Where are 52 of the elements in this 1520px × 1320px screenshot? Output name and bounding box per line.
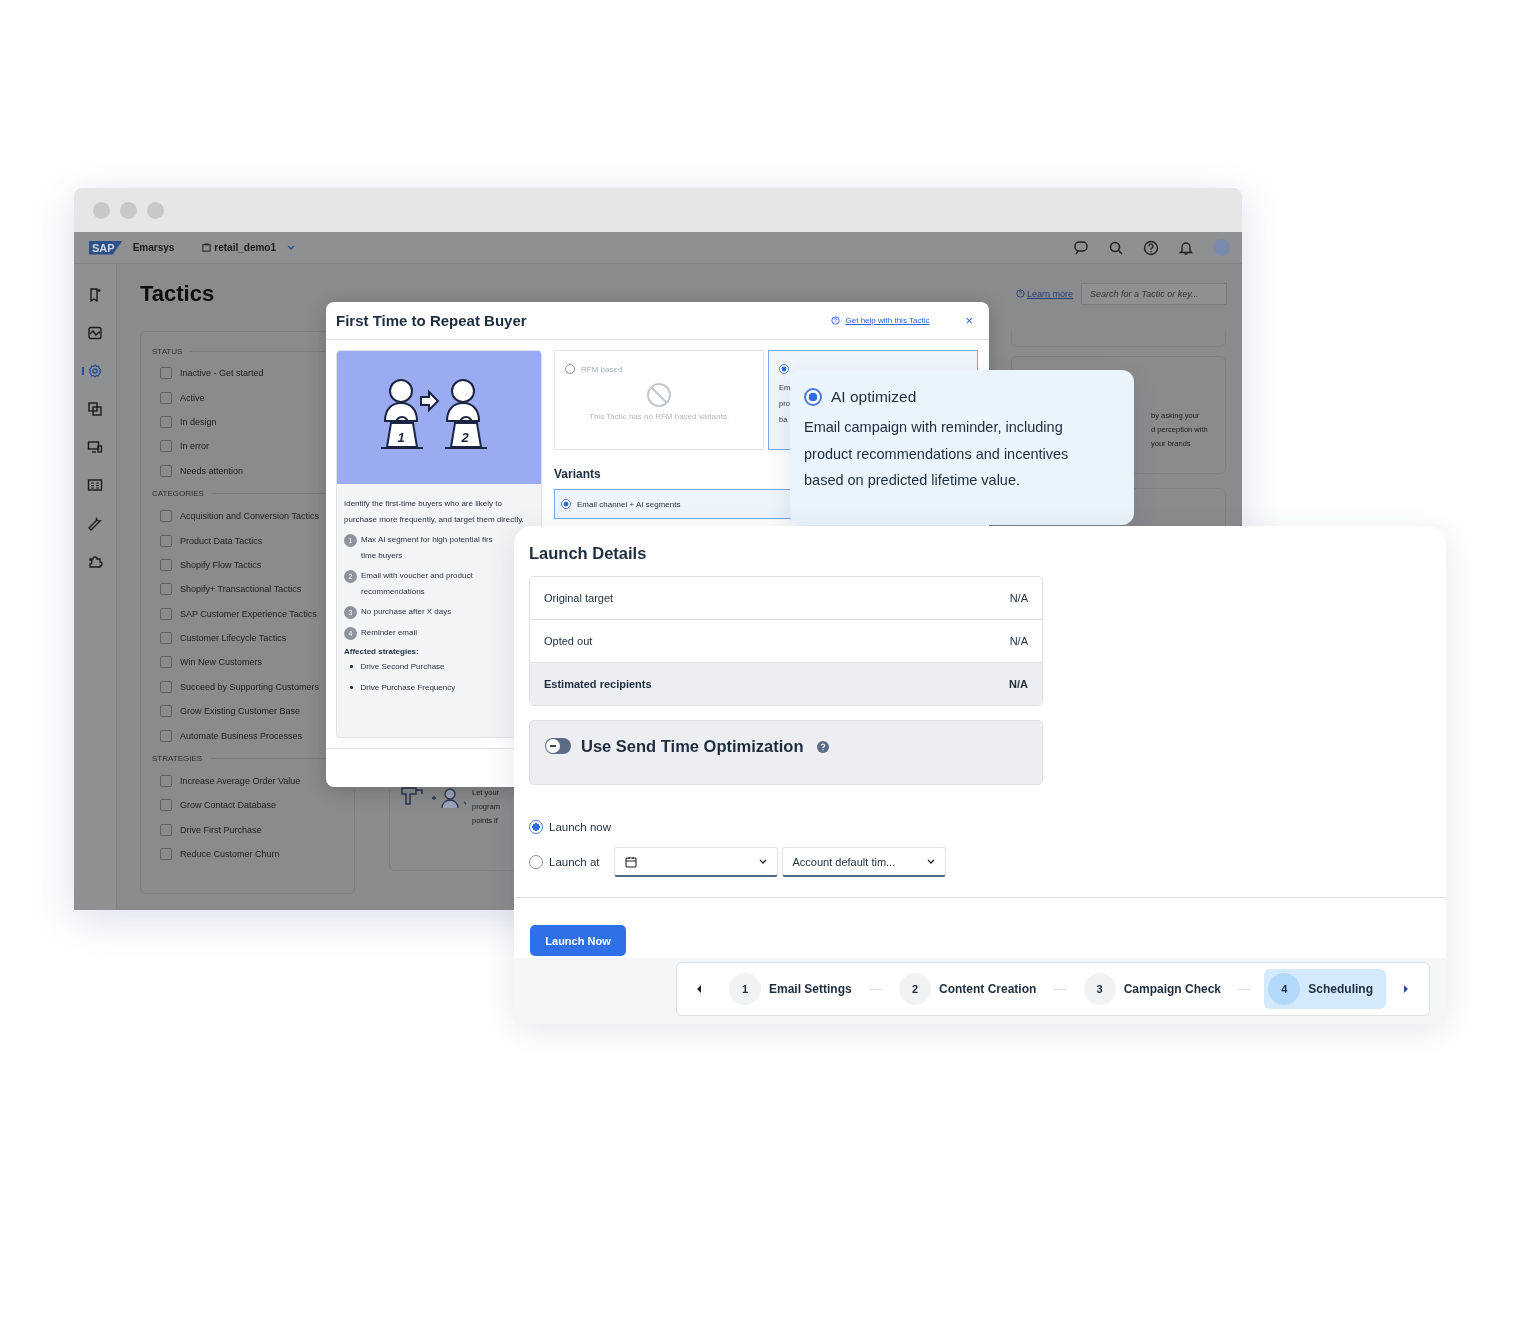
row-value: N/A xyxy=(1009,635,1028,647)
filter-label: Inactive - Get started xyxy=(180,368,264,379)
option-label: Launch at xyxy=(549,856,600,868)
filter-label: Grow Contact Database xyxy=(180,800,277,811)
row-label: Opted out xyxy=(544,635,593,647)
step-text: No purchase after X days xyxy=(361,606,452,618)
option-label: RFM based xyxy=(581,364,623,374)
filter-label: In error xyxy=(180,441,209,452)
filter-label: Needs attention xyxy=(180,465,244,476)
filter-label: SAP Customer Experience Tactics xyxy=(180,608,317,619)
strategy-text: Drive Purchase Frequency xyxy=(360,683,456,692)
option-description: Email campaign with reminder, including product recommendations and incentives based on predicted lifetime value. xyxy=(804,418,1070,490)
row-label: Original target xyxy=(544,592,614,604)
filter-heading: STRATEGIES xyxy=(152,754,203,764)
strategy-text: Drive Second Purchase xyxy=(360,662,445,671)
filter-label: Shopify Flow Tactics xyxy=(180,559,262,570)
empty-message: This Tactic has no RFM based variants. xyxy=(588,412,730,421)
step-text: Max AI segment for high potential firs xyxy=(361,534,493,546)
filter-label: Acquisition and Conversion Tactics xyxy=(180,511,319,522)
option-label: Launch now xyxy=(549,821,612,833)
row-value: N/A xyxy=(1009,592,1028,604)
filter-label: Product Data Tactics xyxy=(180,535,263,546)
filter-label: Succeed by Supporting Customers xyxy=(180,681,320,692)
section-title: Launch Details xyxy=(529,544,648,563)
filter-label: Shopify+ Transactional Tactics xyxy=(180,584,302,595)
tactic-description: Identify the first-time buyers who are likely to purchase more frequently, and target them directly. xyxy=(344,498,525,526)
filter-label: Customer Lifecycle Tactics xyxy=(180,633,287,644)
filter-label: Active xyxy=(180,392,205,403)
step-text: Email with voucher and product xyxy=(361,570,473,582)
step-text: Reminder email xyxy=(361,626,418,639)
row-label: Estimated recipients xyxy=(544,678,652,690)
section-heading: Variants xyxy=(554,467,601,481)
setting-label: Use Send Time Optimization xyxy=(581,737,804,756)
variant-label: Email channel + AI segments xyxy=(577,499,681,509)
dialog-title: First Time to Repeat Buyer xyxy=(336,312,527,329)
brand-name: Emarsys xyxy=(132,242,175,253)
page-title: Tactics xyxy=(140,280,215,307)
filter-label: In design xyxy=(180,416,217,427)
filter-label: Drive First Purchase xyxy=(180,824,262,835)
filter-label: Grow Existing Customer Base xyxy=(180,706,301,717)
step-text: recommendations xyxy=(361,585,426,598)
filter-heading: STATUS xyxy=(152,346,183,356)
filter-label: Automate Business Processes xyxy=(180,730,303,741)
option-label: AI optimized xyxy=(831,388,917,406)
strategies-heading: Affected strategies: xyxy=(344,647,420,656)
filter-heading: CATEGORIES xyxy=(152,489,204,499)
buyers-drawing: 1 2 xyxy=(379,372,499,463)
filter-label: Increase Average Order Value xyxy=(180,776,301,787)
filter-label: Reduce Customer Churn xyxy=(180,849,280,860)
step-text: time buyers xyxy=(361,549,404,562)
row-value: N/A xyxy=(1009,678,1028,690)
filter-label: Win New Customers xyxy=(180,657,262,668)
